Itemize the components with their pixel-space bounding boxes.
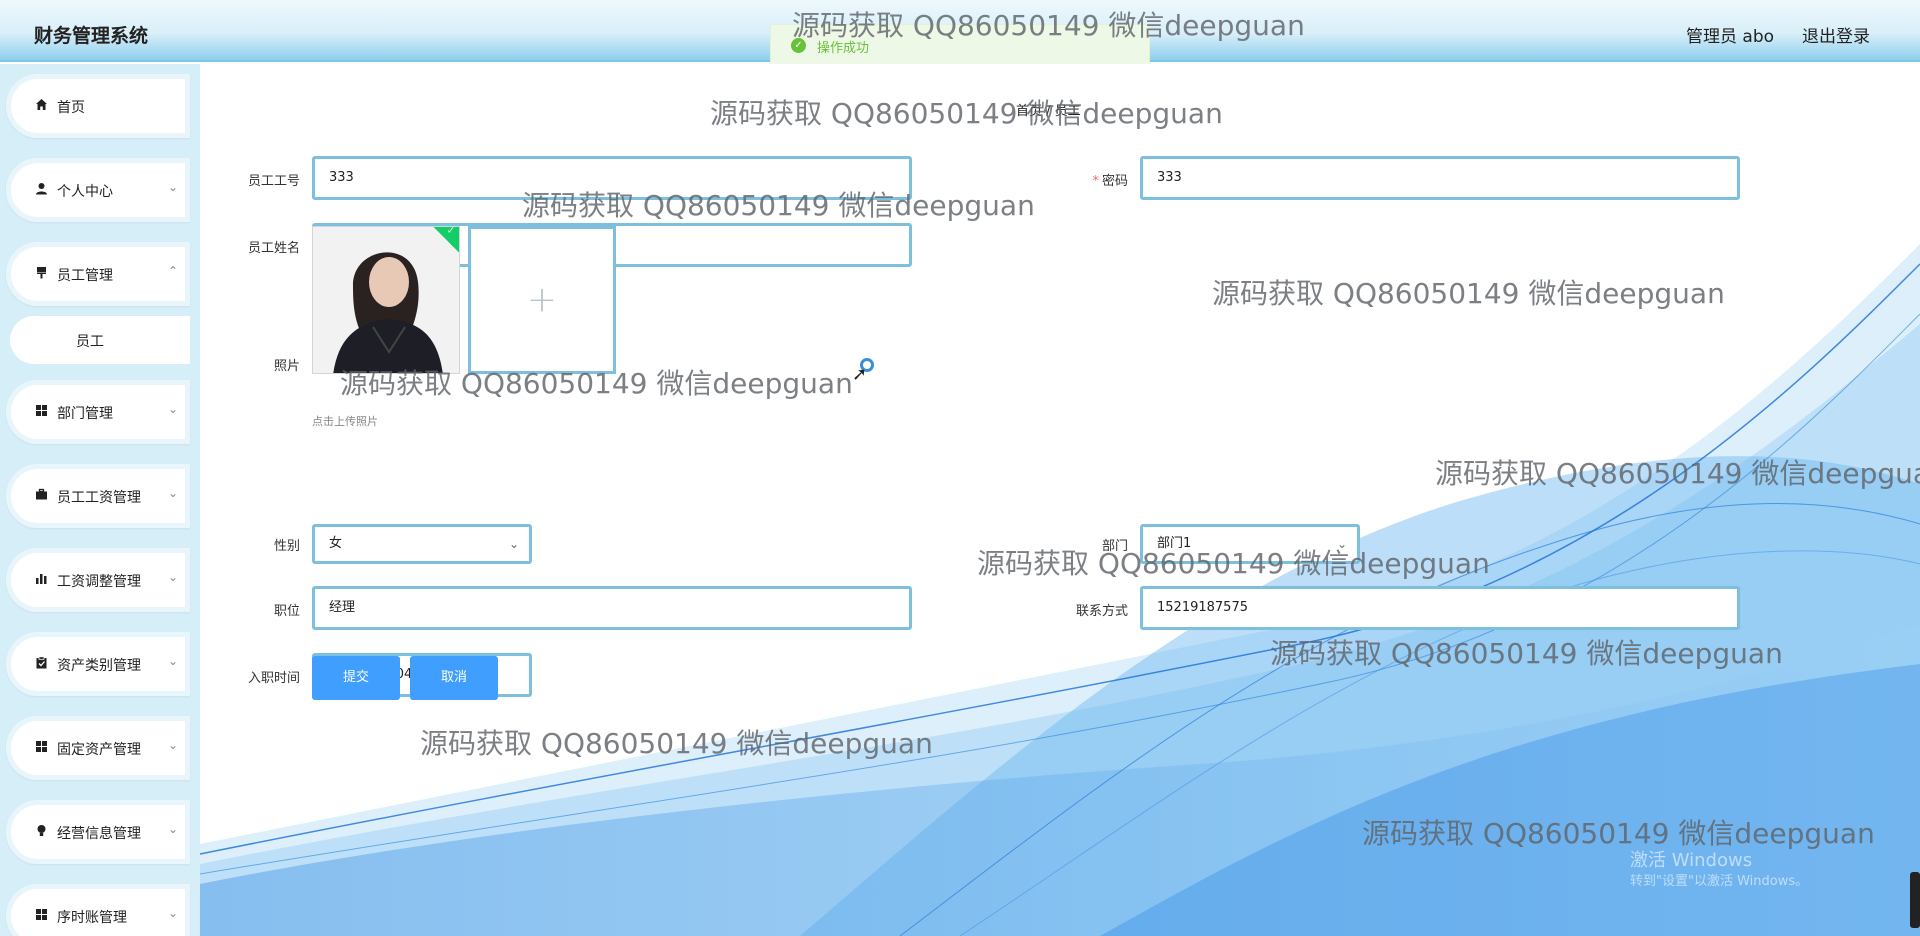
user-icon [34,182,48,196]
briefcase-icon [34,488,48,502]
chevron-down-icon: ⌄ [167,486,178,500]
gender-label: 性别 [273,539,300,554]
bar-chart-icon [34,572,48,586]
sidebar-item-personal-center[interactable]: 个人中心 ⌄ [6,158,190,222]
photo-upload-button[interactable]: + [468,226,616,374]
watermark: 源码获取 QQ86050149 微信deepguan [792,9,1305,42]
watermark: 源码获取 QQ86050149 微信deepguan [522,189,1035,222]
required-mark: * [1092,174,1099,189]
gender-selected-value: 女 [329,536,343,551]
portrait-image [313,227,459,373]
password-field[interactable]: 333 [1140,156,1740,200]
logout-link[interactable]: 退出登录 [1802,22,1870,47]
sidebar-item-label: 首页 [57,100,85,116]
photo-label: 照片 [273,359,300,374]
sidebar: 首页 个人中心 ⌄ 员工管理 ⌃ 员工 部门管理 ⌄ 员工工资管理 ⌄ 工资调整… [0,64,200,936]
sidebar-item-label: 员工管理 [57,268,113,284]
position-label: 职位 [273,604,300,619]
windows-activation-subtitle: 转到"设置"以激活 Windows。 [1630,874,1809,889]
windows-activation-title: 激活 Windows [1630,850,1753,871]
sidebar-item-business-info[interactable]: 经营信息管理 ⌄ [6,800,190,864]
watermark: 源码获取 QQ86050149 微信deepguan [1212,277,1725,310]
home-icon [34,98,48,112]
cancel-button[interactable]: 取消 [410,656,498,700]
chevron-down-icon: ⌄ [167,822,178,836]
bulb-icon [34,824,48,838]
sidebar-item-label: 部门管理 [57,406,113,422]
chevron-down-icon: ⌄ [508,537,519,551]
chevron-down-icon: ⌄ [167,570,178,584]
grid-icon [34,908,48,922]
sidebar-item-label: 员工 [76,334,104,350]
password-label-text: 密码 [1101,174,1128,189]
mouse-cursor-icon: ➚ [852,364,868,385]
hire-date-label: 入职时间 [247,671,300,686]
watermark: 源码获取 QQ86050149 微信deepguan [977,547,1490,580]
check-icon: ✓ [446,226,456,237]
contact-field[interactable]: 15219187575 [1140,586,1740,630]
watermark: 源码获取 QQ86050149 微信deepguan [420,727,933,760]
plus-icon: + [526,279,558,321]
sidebar-item-department-management[interactable]: 部门管理 ⌄ [6,380,190,444]
submit-button[interactable]: 提交 [312,656,400,700]
sidebar-item-employee-management[interactable]: 员工管理 ⌃ [6,242,190,306]
grid-icon [34,740,48,754]
sidebar-item-asset-category[interactable]: 资产类别管理 ⌄ [6,632,190,696]
chevron-down-icon: ⌄ [167,402,178,416]
upload-hint: 点击上传照片 [312,415,378,428]
sidebar-item-label: 经营信息管理 [57,826,141,842]
employee-no-label: 员工工号 [247,174,300,189]
employee-photo-thumbnail[interactable]: ✓ [312,226,460,374]
chevron-down-icon: ⌄ [167,906,178,920]
sidebar-item-journal[interactable]: 序时账管理 ⌄ [6,884,190,936]
watermark: 源码获取 QQ86050149 微信deepguan [1270,637,1783,670]
watermark: 源码获取 QQ86050149 微信deepguan [1362,817,1875,850]
app-title: 财务管理系统 [34,25,149,47]
chevron-down-icon: ⌄ [167,654,178,668]
position-field[interactable]: 经理 [312,586,912,630]
watermark: 源码获取 QQ86050149 微信deepguan [1435,457,1920,490]
sidebar-item-label: 固定资产管理 [57,742,141,758]
employee-name-label: 员工姓名 [247,241,300,256]
chevron-down-icon: ⌄ [167,180,178,194]
chevron-down-icon: ⌄ [167,738,178,752]
gender-select[interactable]: 女 ⌄ [312,524,532,564]
sidebar-item-home[interactable]: 首页 [6,74,190,138]
sidebar-item-label: 个人中心 [57,184,113,200]
watermark: 源码获取 QQ86050149 微信deepguan [710,97,1223,130]
sidebar-item-salary-adjustment[interactable]: 工资调整管理 ⌄ [6,548,190,612]
watermark: 源码获取 QQ86050149 微信deepguan [340,367,853,400]
sidebar-item-salary-management[interactable]: 员工工资管理 ⌄ [6,464,190,528]
sidebar-item-label: 工资调整管理 [57,574,141,590]
chevron-up-icon: ⌃ [167,264,178,278]
sidebar-item-label: 员工工资管理 [57,490,141,506]
sidebar-item-label: 资产类别管理 [57,658,141,674]
password-label: * 密码 [1050,170,1128,189]
brush-icon [34,266,48,280]
sidebar-subitem-employee[interactable]: 员工 [10,316,190,364]
contact-label: 联系方式 [1075,604,1128,619]
current-user-label: 管理员 abo [1686,27,1775,47]
scrollbar-handle[interactable] [1910,872,1920,928]
sidebar-item-label: 序时账管理 [57,910,127,926]
sidebar-item-fixed-asset[interactable]: 固定资产管理 ⌄ [6,716,190,780]
grid-icon [34,404,48,418]
clipboard-icon [34,656,48,670]
